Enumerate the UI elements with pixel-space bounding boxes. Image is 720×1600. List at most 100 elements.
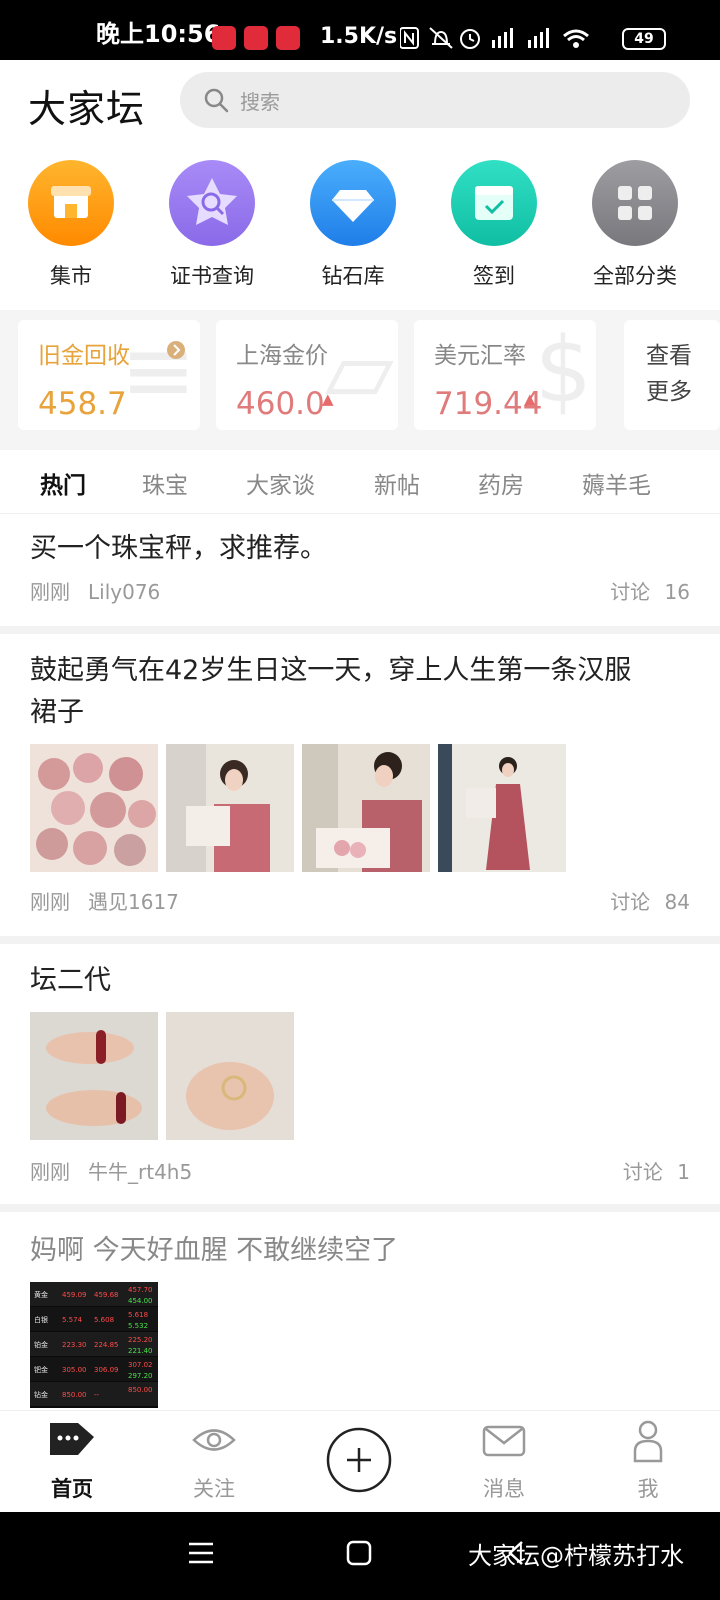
ticker-gold-recycle[interactable]: ≡ 旧金回收 458.7	[18, 320, 200, 430]
post-author[interactable]: 牛牛_rt4h5	[88, 1160, 192, 1184]
calendar-check-icon	[451, 160, 537, 246]
search-input[interactable]: 搜索	[180, 72, 690, 128]
mail-icon	[482, 1425, 526, 1457]
ticker-usd-rate[interactable]: $ 美元汇率 719.44 ▲	[414, 320, 596, 430]
more-label-line: 查看	[646, 343, 692, 369]
category-checkin[interactable]: 签到	[429, 160, 559, 290]
price-cell: 白银	[34, 1315, 48, 1324]
app-notification-icon	[276, 26, 300, 50]
divider	[0, 936, 720, 944]
watermark: 大家坛@柠檬苏打水	[468, 1542, 684, 1570]
post-discussion-count: 讨论 1	[622, 1160, 690, 1184]
person-icon	[633, 1420, 663, 1463]
post-item[interactable]: 妈啊 今天好血腥 不敢继续空了 黄金 459.09 459.68 457.70 454.…	[0, 1212, 720, 1412]
status-icons	[399, 26, 610, 55]
post-title: 坛二代	[30, 965, 111, 996]
post-image[interactable]: 黄金 459.09 459.68 457.70 454.00 白银 5.574 5.608 5.…	[30, 1282, 158, 1408]
post-item[interactable]: 买一个珠宝秤，求推荐。 刚刚 Lily076 讨论 16	[0, 514, 720, 626]
post-author[interactable]: Lily076	[88, 580, 160, 604]
price-cell: 5.618	[128, 1311, 148, 1319]
price-cell: 459.68	[94, 1291, 119, 1299]
price-cell: 454.00	[128, 1297, 153, 1305]
price-cell: 306.09	[94, 1366, 119, 1374]
search-placeholder: 搜索	[240, 90, 280, 114]
price-cell: 黄金	[34, 1290, 48, 1299]
ticker-name: 美元汇率	[434, 343, 526, 369]
tab-discussion[interactable]: 大家谈	[246, 466, 315, 500]
post-image[interactable]	[30, 744, 158, 872]
post-meta: 刚刚 牛牛_rt4h5	[30, 1156, 192, 1185]
price-cell: 铂金	[34, 1340, 48, 1349]
menu-icon[interactable]	[188, 1540, 214, 1566]
nav-label: 消息	[483, 1477, 525, 1501]
price-cell: 850.00	[62, 1391, 87, 1399]
battery-indicator: 49	[622, 28, 666, 50]
more-tickers-button[interactable]: 查看 更多	[624, 320, 720, 430]
post-image[interactable]	[438, 744, 566, 872]
price-cell: 5.574	[62, 1316, 83, 1324]
nav-label: 首页	[51, 1477, 93, 1501]
price-cell: 224.85	[94, 1341, 119, 1349]
price-cell: 850.00	[128, 1386, 153, 1394]
category-all[interactable]: 全部分类	[570, 160, 700, 290]
network-speed: 1.5K/s	[320, 24, 398, 49]
price-cell: 457.70	[128, 1286, 153, 1294]
dollar-icon: $	[534, 320, 592, 423]
nav-label: 我	[637, 1477, 659, 1501]
app-logo: 大家坛	[28, 87, 146, 131]
category-certificate[interactable]: 证书查询	[147, 160, 277, 290]
post-discussion-count: 讨论 84	[610, 890, 690, 914]
tab-new-posts[interactable]: 新帖	[374, 466, 420, 500]
post-title: 妈啊 今天好血腥 不敢继续空了	[30, 1235, 399, 1266]
category-label: 钻石库	[321, 264, 385, 288]
price-cell: 5.608	[94, 1316, 114, 1324]
price-cell: 钯金	[34, 1365, 48, 1374]
category-grid: 集市 证书查询 钻石库 签到 全部分类	[0, 160, 720, 290]
post-image[interactable]	[166, 1012, 294, 1140]
ticker-shanghai-gold[interactable]: ▱ 上海金价 460.0 ▲	[216, 320, 398, 430]
system-navigation-bar: 大家坛@柠檬苏打水	[0, 1512, 720, 1600]
category-diamond[interactable]: 钻石库	[288, 160, 418, 290]
category-market[interactable]: 集市	[6, 160, 136, 290]
ticker-value: 460.0	[236, 386, 325, 422]
post-image[interactable]	[30, 1012, 158, 1140]
status-indicators-icon	[399, 27, 589, 49]
ticker-name: 上海金价	[236, 343, 328, 369]
post-time: 刚刚	[30, 580, 70, 604]
certificate-search-icon	[169, 160, 255, 246]
diamond-icon	[310, 160, 396, 246]
post-item[interactable]: 坛二代 刚刚 牛牛_rt4h5 讨论 1	[0, 944, 720, 1204]
price-cell: 225.20	[128, 1336, 153, 1344]
status-bar: 晚上10:56 1.5K/s 49	[0, 0, 720, 60]
price-cell: 钻金	[34, 1390, 48, 1399]
price-table-image: 黄金 459.09 459.68 457.70 454.00 白银 5.574 5.608 5.…	[30, 1282, 158, 1406]
home-button-icon[interactable]	[346, 1540, 372, 1566]
tab-jewelry[interactable]: 珠宝	[142, 466, 188, 500]
post-time: 刚刚	[30, 890, 70, 914]
app-notification-icon	[244, 26, 268, 50]
post-image[interactable]	[302, 744, 430, 872]
divider	[0, 626, 720, 634]
post-item[interactable]: 鼓起勇气在42岁生日这一天，穿上人生第一条汉服 裙子 刚刚 遇见1617 讨论 …	[0, 634, 720, 936]
post-title: 鼓起勇气在42岁生日这一天，穿上人生第一条汉服 裙子	[30, 655, 632, 728]
nav-label: 关注	[193, 1477, 235, 1501]
chevron-right-icon	[167, 341, 185, 359]
price-cell: 5.532	[128, 1322, 148, 1330]
post-author[interactable]: 遇见1617	[88, 890, 179, 914]
feed-tabs: 热门 珠宝 大家谈 新帖 药房 薅羊毛	[0, 452, 720, 514]
price-tickers: ≡ 旧金回收 458.7 ▱ 上海金价 460.0 ▲ $ 美元汇率 719.4…	[0, 310, 720, 450]
post-title: 买一个珠宝秤，求推荐。	[30, 533, 327, 564]
app-header: 大家坛 搜索	[0, 60, 720, 140]
tab-hot[interactable]: 热门	[40, 466, 86, 500]
category-label: 集市	[50, 264, 92, 288]
eye-icon	[192, 1429, 236, 1451]
tab-deals[interactable]: 薅羊毛	[582, 466, 651, 500]
price-cell: 459.09	[62, 1291, 87, 1299]
home-icon	[50, 1423, 94, 1455]
up-arrow-icon: ▲	[524, 390, 536, 408]
price-cell: 307.02	[128, 1361, 153, 1369]
gold-bar-icon: ▱	[324, 320, 394, 423]
post-image[interactable]	[166, 744, 294, 872]
tab-pharmacy[interactable]: 药房	[478, 466, 524, 500]
category-label: 签到	[473, 264, 515, 288]
